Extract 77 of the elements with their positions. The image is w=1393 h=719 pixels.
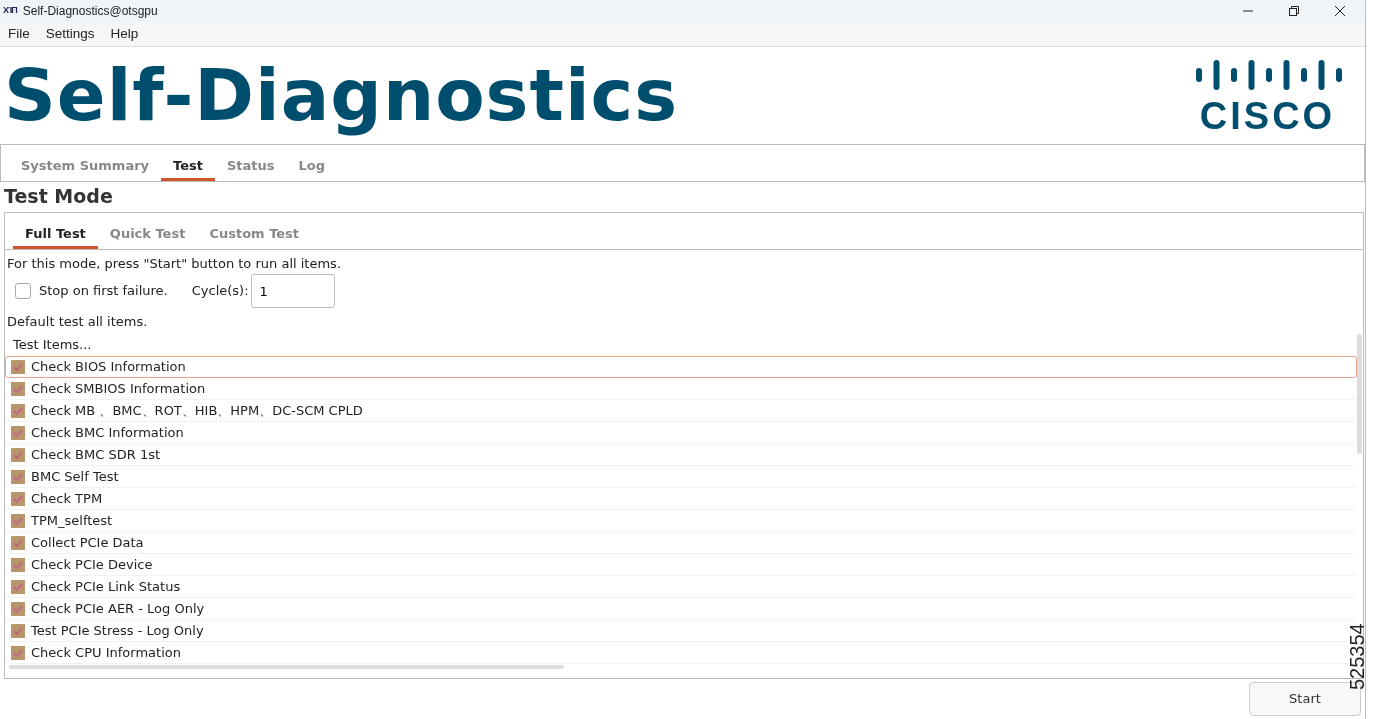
menu-item[interactable]: Help [102,23,147,45]
list-header: Test Items... [12,336,93,354]
item-label: Check BIOS Information [31,358,186,377]
item-label: Check TPM [31,490,103,509]
item-label: Check PCIe Link Status [31,578,181,597]
list-item[interactable]: Check BIOS Information [5,356,1357,378]
checkbox[interactable] [11,602,25,616]
item-label: Collect PCIe Data [31,534,144,553]
list-item[interactable]: Check TPM [5,488,1357,510]
checkbox[interactable] [11,360,25,374]
instruction-text: For this mode, press "Start" button to run all items. [6,255,342,273]
tab[interactable]: System Summary [9,145,162,181]
check-icon [13,648,23,658]
checkbox[interactable] [11,536,25,550]
item-label: Check SMBIOS Information [31,380,206,399]
checkbox[interactable] [11,624,25,638]
checkbox[interactable] [15,283,31,299]
checkbox[interactable] [11,580,25,594]
app-title: Self-Diagnostics [4,52,679,139]
list-item[interactable]: Check PCIe AER - Log Only [5,598,1357,620]
list-item[interactable]: Check PCIe Device [5,554,1357,576]
checkbox[interactable] [11,646,25,660]
item-label: Check BMC SDR 1st [31,446,161,465]
check-icon [13,472,23,482]
field-label: Cycle(s): [191,282,249,301]
check-icon [13,604,23,614]
checkbox[interactable] [11,382,25,396]
item-label: Check PCIe Device [31,556,153,575]
check-icon [13,626,23,636]
check-icon [13,362,23,372]
tab[interactable]: Test [161,145,215,181]
menu-item[interactable]: Settings [37,23,103,45]
check-icon [13,516,23,526]
list-item[interactable]: Check BMC Information [5,422,1357,444]
item-label: Check CPU Information [31,644,181,663]
check-icon [13,560,23,570]
check-icon [13,582,23,592]
list-item[interactable]: TPM_selftest [5,510,1357,532]
check-icon [13,450,23,460]
list-item[interactable]: Check PCIe Link Status [5,576,1357,598]
checkbox[interactable] [11,470,25,484]
tab[interactable]: Full Test [13,213,98,249]
check-icon [13,406,23,416]
tab[interactable]: Custom Test [197,213,312,249]
tab[interactable]: Status [214,145,287,181]
check-icon [13,538,23,548]
checkbox[interactable] [11,426,25,440]
checkbox-label: Stop on first failure. [39,282,168,301]
list-item[interactable]: Check MB 、BMC、ROT、HIB、HPM、DC-SCM CPLD [5,400,1357,422]
section-title: Test Mode [3,184,114,209]
list-item[interactable]: BMC Self Test [5,466,1357,488]
cycles-field[interactable]: 1 [250,274,335,308]
item-label: TPM_selftest [31,512,113,531]
tab[interactable]: Quick Test [97,213,198,249]
check-icon [13,494,23,504]
item-label: Check PCIe AER - Log Only [31,600,205,619]
logo-text: CISCO [1199,97,1336,135]
list-item[interactable]: Check BMC SDR 1st [5,444,1357,466]
scrollbar[interactable] [1357,334,1362,454]
app-icon: ΧΊΠ [3,4,17,18]
checkbox[interactable] [11,514,25,528]
checkbox[interactable] [11,492,25,506]
checkbox[interactable] [11,558,25,572]
checkbox[interactable] [11,448,25,462]
menu-item[interactable]: File [0,23,38,45]
item-label: BMC Self Test [31,468,119,487]
note-text: Default test all items. [6,313,149,331]
check-icon [13,384,23,394]
list-item[interactable]: Collect PCIe Data [5,532,1357,554]
item-label: Check BMC Information [31,424,184,443]
item-label: Test PCIe Stress - Log Only [31,622,204,641]
item-label: Check MB 、BMC、ROT、HIB、HPM、DC-SCM CPLD [31,402,363,421]
tab[interactable]: Log [286,145,338,181]
check-icon [13,428,23,438]
list-item[interactable]: Check SMBIOS Information [5,378,1357,400]
window-title: Self-Diagnostics@otsgpu [22,3,158,20]
checkbox[interactable] [11,404,25,418]
